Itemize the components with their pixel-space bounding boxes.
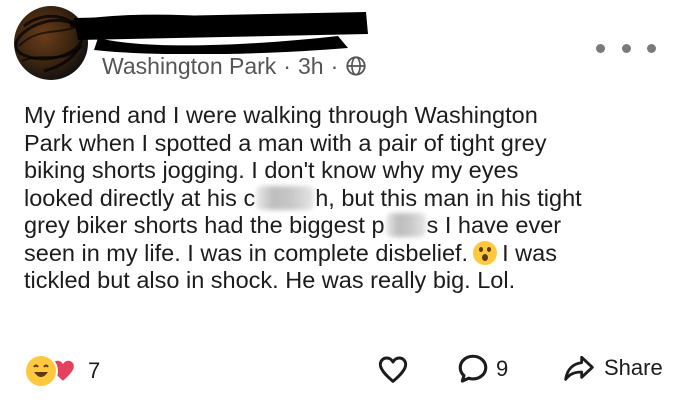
meta-separator: · <box>330 52 339 79</box>
more-horizontal-icon <box>596 43 605 53</box>
post-text-line: biking shorts jogging. I don't know why … <box>24 157 519 183</box>
post-text-fragment: s I have ever <box>426 212 562 238</box>
share-button[interactable]: Share <box>562 352 663 384</box>
post-meta: Washington Park · 3h · <box>102 50 367 82</box>
comment-bubble-icon <box>458 354 488 383</box>
post-text-fragment: I was <box>502 239 557 266</box>
reaction-summary[interactable]: 7 <box>24 354 100 388</box>
post-text-fragment: looked directly at his c <box>24 184 256 211</box>
more-options-button[interactable] <box>596 36 656 60</box>
post-text-line: tickled but also in shock. He was really… <box>24 267 516 293</box>
post-text-line: Park when I spotted a man with a pair of… <box>24 129 547 156</box>
post-footer: 7 9 Share <box>0 346 700 392</box>
post-timestamp[interactable]: 3h <box>298 53 324 80</box>
post-text-line: looked directly at his c h, but this man … <box>24 185 674 213</box>
post-text-fragment: h, but this man in his tight <box>315 184 582 211</box>
name-redaction <box>69 12 368 54</box>
comment-button[interactable]: 9 <box>456 352 508 386</box>
censor-blur <box>385 213 426 237</box>
like-button[interactable] <box>376 354 410 386</box>
share-arrow-icon <box>564 355 594 381</box>
post-text-fragment: grey biker shorts had the biggest p <box>24 212 385 238</box>
share-label: Share <box>604 355 663 380</box>
heart-outline-icon <box>378 356 408 383</box>
post-text-line: seen in my life. I was in complete disbe… <box>24 240 674 268</box>
globe-icon <box>346 56 366 76</box>
post-header: Washington Park · 3h · <box>0 0 700 92</box>
comment-count: 9 <box>496 356 509 381</box>
location-link[interactable]: Washington Park <box>102 53 276 80</box>
reaction-count: 7 <box>88 358 101 383</box>
laughing-emoji-icon <box>24 354 58 388</box>
post-text-line: grey biker shorts had the biggest p s I h… <box>24 212 674 240</box>
post-body: My friend and I were walking through Was… <box>24 102 674 295</box>
censor-blur <box>256 185 315 210</box>
post-text-fragment: seen in my life. I was in complete disbe… <box>24 239 469 266</box>
astonished-emoji-icon <box>473 240 498 265</box>
meta-separator: · <box>283 52 291 79</box>
post-text-line: My friend and I were walking through Was… <box>24 102 538 128</box>
